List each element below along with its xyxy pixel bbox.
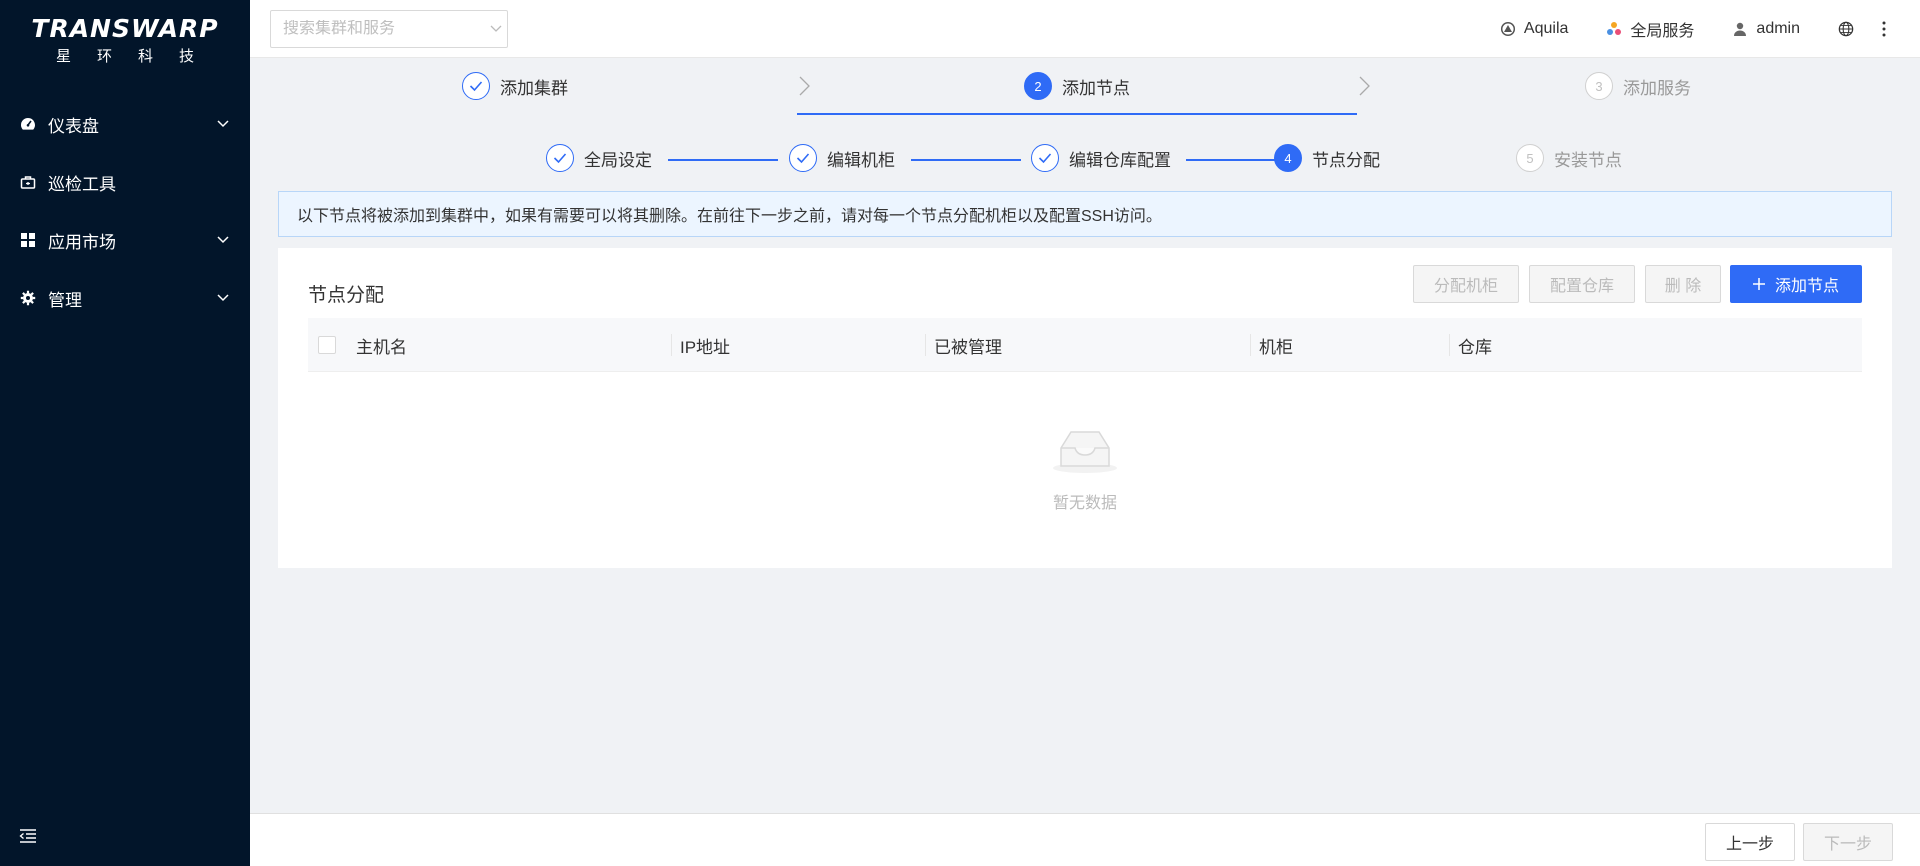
user-menu[interactable]: admin [1732, 20, 1800, 38]
sidebar-item-manage[interactable]: 管理 [0, 269, 250, 327]
step-label: 节点分配 [1312, 150, 1380, 170]
sidebar-item-label: 管理 [48, 290, 82, 310]
info-alert: 以下节点将被添加到集群中，如果有需要可以将其删除。在前往下一步之前，请对每一个节… [278, 191, 1892, 237]
menu-collapse-icon[interactable] [19, 828, 39, 848]
toolbox-icon [20, 174, 36, 190]
col-repo: 仓库 [1458, 337, 1492, 357]
column-divider [671, 334, 672, 356]
step-label: 编辑机柜 [827, 150, 895, 170]
user-icon [1732, 21, 1748, 37]
delete-button[interactable]: 删 除 [1645, 265, 1721, 303]
col-managed: 已被管理 [934, 337, 1002, 357]
chevron-down-icon [216, 117, 230, 131]
card-title: 节点分配 [308, 285, 385, 306]
next-step-button[interactable]: 下一步 [1803, 823, 1893, 861]
header-actions: Aquila 全局服务 admin [1462, 0, 1892, 58]
user-name: admin [1756, 20, 1800, 37]
step-label: 添加集群 [500, 78, 568, 98]
empty-inbox-icon [1051, 428, 1119, 479]
step-label: 添加服务 [1623, 78, 1691, 98]
more-vertical-icon [1876, 21, 1892, 37]
sub-step-global-settings[interactable]: 全局设定 [546, 144, 652, 172]
add-node-label: 添加节点 [1774, 278, 1839, 295]
chevron-down-icon [490, 20, 502, 38]
config-repo-button[interactable]: 配置仓库 [1529, 265, 1635, 303]
empty-text: 暂无数据 [1052, 495, 1117, 512]
column-divider [1250, 334, 1251, 356]
main-content: 添加集群 2 添加节点 3 添加服务 全局设定 编辑机柜 编辑仓库配置 4 节点… [250, 58, 1920, 813]
services-icon [1606, 21, 1622, 37]
logo-sub: 星环科技 [55, 48, 220, 65]
chevron-right-icon [1359, 76, 1370, 96]
sidebar-nav: 仪表盘 巡检工具 应用市场 管理 [0, 95, 250, 327]
step-connector [668, 159, 778, 161]
main-step-add-cluster[interactable]: 添加集群 [462, 72, 568, 100]
alert-text: 以下节点将被添加到集群中，如果有需要可以将其删除。在前往下一步之前，请对每一个节… [297, 208, 1162, 225]
logo-main: TRANSWARP [31, 14, 219, 43]
sidebar-item-dashboard[interactable]: 仪表盘 [0, 95, 250, 153]
check-icon [1031, 144, 1059, 172]
plus-icon [1752, 278, 1765, 290]
sub-step-install-node[interactable]: 5 安装节点 [1516, 144, 1622, 172]
column-divider [1449, 334, 1450, 356]
logo: TRANSWARP 星环科技 [0, 0, 250, 80]
sub-step-node-assign[interactable]: 4 节点分配 [1274, 144, 1380, 172]
step-number: 2 [1024, 72, 1052, 100]
add-node-button[interactable]: 添加节点 [1730, 265, 1862, 303]
col-rack: 机柜 [1259, 337, 1293, 357]
main-step-add-service[interactable]: 3 添加服务 [1585, 72, 1691, 100]
step-label: 添加节点 [1062, 78, 1130, 98]
check-icon [462, 72, 490, 100]
step-number: 5 [1516, 144, 1544, 172]
sidebar-item-app-market[interactable]: 应用市场 [0, 211, 250, 269]
more-button[interactable] [1876, 21, 1892, 37]
search-input[interactable] [283, 20, 490, 38]
node-assign-card: 节点分配 分配机柜 配置仓库 删 除 添加节点 主机名 IP地址 已被管理 机柜… [278, 248, 1892, 568]
main-steps: 添加集群 2 添加节点 3 添加服务 [250, 58, 1920, 118]
sidebar-item-label: 应用市场 [48, 232, 116, 252]
top-header: Aquila 全局服务 admin [250, 0, 1920, 58]
global-services-button[interactable]: 全局服务 [1606, 17, 1694, 41]
select-all-checkbox[interactable] [318, 336, 336, 354]
sub-step-edit-rack[interactable]: 编辑机柜 [789, 144, 895, 172]
prev-step-button[interactable]: 上一步 [1705, 823, 1795, 861]
cluster-selector[interactable]: Aquila [1500, 20, 1568, 38]
global-services-label: 全局服务 [1630, 23, 1695, 40]
step-number: 3 [1585, 72, 1613, 100]
language-button[interactable] [1838, 21, 1854, 37]
column-divider [925, 334, 926, 356]
step-number: 4 [1274, 144, 1302, 172]
cluster-icon [1500, 21, 1516, 37]
step-label: 编辑仓库配置 [1069, 150, 1171, 170]
step-label: 全局设定 [584, 150, 652, 170]
check-icon [789, 144, 817, 172]
sidebar-item-label: 仪表盘 [48, 116, 99, 136]
sidebar-item-label: 巡检工具 [48, 174, 116, 194]
main-step-add-node[interactable]: 2 添加节点 [1024, 72, 1130, 100]
step-connector [911, 159, 1021, 161]
table-header: 主机名 IP地址 已被管理 机柜 仓库 [308, 318, 1862, 372]
active-step-underline [797, 113, 1357, 115]
empty-state: 暂无数据 [278, 428, 1892, 513]
col-ip: IP地址 [680, 337, 731, 357]
sidebar: TRANSWARP 星环科技 仪表盘 巡检工具 应用市场 管理 [0, 0, 250, 866]
sub-step-edit-repo[interactable]: 编辑仓库配置 [1031, 144, 1171, 172]
grid-icon [20, 232, 36, 248]
col-hostname: 主机名 [356, 337, 407, 357]
search-select[interactable] [270, 10, 508, 48]
chevron-right-icon [799, 76, 810, 96]
assign-rack-button[interactable]: 分配机柜 [1413, 265, 1519, 303]
globe-icon [1838, 21, 1854, 37]
chevron-down-icon [216, 233, 230, 247]
check-icon [546, 144, 574, 172]
sidebar-item-inspection[interactable]: 巡检工具 [0, 153, 250, 211]
dashboard-icon [20, 116, 36, 132]
step-label: 安装节点 [1554, 150, 1622, 170]
gear-icon [20, 290, 36, 306]
footer-bar: 上一步 下一步 [250, 813, 1920, 866]
chevron-down-icon [216, 291, 230, 305]
cluster-name: Aquila [1523, 20, 1569, 37]
